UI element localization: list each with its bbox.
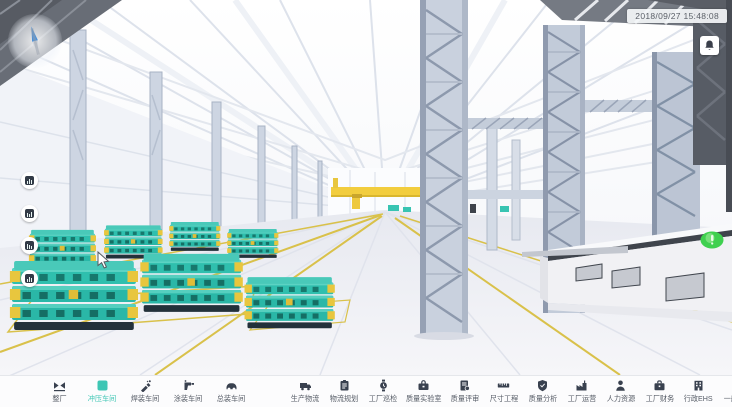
module-dimensional-engineering[interactable]: 尺寸工程 [487, 379, 521, 404]
module-label: 工厂巡检 [369, 393, 398, 403]
module-admin-ehs[interactable]: 行政EHS [682, 379, 716, 404]
dashboard-icon [25, 176, 34, 185]
module-factory-operations[interactable]: 工厂运营 [565, 379, 599, 404]
module-label: 工厂运营 [567, 393, 596, 403]
tab-welding-shop[interactable]: 焊装车间 [128, 379, 162, 404]
dashboard-icon [25, 241, 34, 250]
module-production-logistics[interactable]: 生产物流 [288, 379, 322, 404]
hotspot-button-2[interactable] [21, 205, 38, 222]
tab-paint-shop[interactable]: 涂装车间 [171, 379, 205, 404]
ruler-icon [497, 379, 510, 392]
stamping-shop-icon [96, 379, 109, 392]
hotspot-button-1[interactable] [21, 172, 38, 189]
person-icon [614, 379, 627, 392]
truck-icon [299, 379, 312, 392]
module-label: 人力资源 [606, 393, 635, 403]
module-factory-finance[interactable]: 工厂财务 [643, 379, 677, 404]
hotspot-button-4[interactable] [21, 270, 38, 287]
tab-plant-overview[interactable]: 整厂 [42, 379, 76, 404]
module-quality-analysis[interactable]: 质量分析 [526, 379, 560, 404]
dashboard-icon [25, 274, 34, 283]
bottom-toolbar: 整厂 冲压车间 焊装车间 涂装车间 总装车间 生产物流 [0, 375, 732, 407]
building-icon [692, 379, 705, 392]
bell-icon [703, 39, 716, 52]
shield-icon [536, 379, 549, 392]
watch-icon [377, 379, 390, 392]
app-window: 2018/09/27 15:48:08 整厂 [0, 0, 732, 407]
tab-label: 冲压车间 [88, 393, 117, 403]
alert-marker[interactable] [701, 232, 724, 249]
tab-label: 涂装车间 [174, 393, 203, 403]
assembly-shop-icon [225, 379, 238, 392]
module-label: 行政EHS [684, 393, 713, 403]
compass-needle-icon [20, 24, 50, 58]
tab-assembly-shop[interactable]: 总装车间 [214, 379, 248, 404]
module-human-resources[interactable]: 人力资源 [604, 379, 638, 404]
toolbox-icon [417, 379, 430, 392]
module-label: 工厂财务 [645, 393, 674, 403]
notification-button[interactable] [700, 36, 719, 55]
module-label: 质量分析 [528, 393, 557, 403]
module-label: 物流规划 [330, 393, 359, 403]
steel-column-a [414, 0, 474, 340]
welding-shop-icon [139, 379, 152, 392]
briefcase-icon [653, 379, 666, 392]
document-seal-icon [458, 379, 471, 392]
viewport-3d[interactable] [0, 0, 732, 375]
module-general-planning[interactable]: 一般规划 [721, 379, 732, 404]
module-buttons: 生产物流 物流规划 工厂巡检 质量实验室 质量评审 尺寸工程 [288, 379, 732, 404]
module-label: 一般规划 [723, 393, 732, 403]
module-logistics-planning[interactable]: 物流规划 [327, 379, 361, 404]
factory-chart-icon [575, 379, 588, 392]
dashboard-icon [25, 209, 34, 218]
tab-stamping-shop[interactable]: 冲压车间 [85, 379, 119, 404]
tab-label: 整厂 [52, 393, 66, 403]
module-quality-review[interactable]: 质量评审 [448, 379, 482, 404]
plant-overview-icon [53, 379, 66, 392]
compass-gizmo[interactable] [8, 14, 62, 68]
module-factory-inspection[interactable]: 工厂巡检 [366, 379, 400, 404]
paint-shop-icon [182, 379, 195, 392]
module-label: 质量实验室 [406, 393, 442, 403]
module-quality-lab[interactable]: 质量实验室 [405, 379, 443, 404]
timestamp: 2018/09/27 15:48:08 [627, 9, 727, 23]
workshop-tabs: 整厂 冲压车间 焊装车间 涂装车间 总装车间 [42, 379, 248, 404]
clipboard-icon [338, 379, 351, 392]
hotspot-button-3[interactable] [21, 237, 38, 254]
module-label: 质量评审 [450, 393, 479, 403]
tab-label: 焊装车间 [131, 393, 160, 403]
module-label: 生产物流 [291, 393, 320, 403]
module-label: 尺寸工程 [489, 393, 518, 403]
tab-label: 总装车间 [217, 393, 246, 403]
